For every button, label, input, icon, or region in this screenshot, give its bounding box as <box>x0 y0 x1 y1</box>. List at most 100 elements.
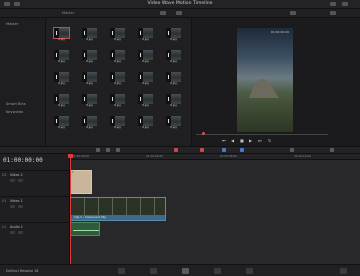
clip-filename: 8.jpg <box>58 82 65 85</box>
timeline-timecode: 01:00:00:00 <box>3 157 43 164</box>
media-clip-thumbnail[interactable]: 8.jpg <box>78 114 101 131</box>
media-clip-thumbnail[interactable]: 8.jpg <box>50 48 73 65</box>
media-clip-thumbnail[interactable]: 8.jpg <box>162 48 185 65</box>
app-name: DaVinci Resolve 18 <box>6 269 39 273</box>
clip-preview-image <box>82 28 97 38</box>
video-clip[interactable]: Clip 1 - Compound Clip <box>70 197 166 221</box>
media-clip-thumbnail[interactable]: 8.jpg <box>106 26 129 43</box>
selection-tool-icon[interactable] <box>96 148 100 152</box>
clip-filename: 8.jpg <box>170 38 177 41</box>
media-clip-thumbnail[interactable]: 8.jpg <box>50 92 73 109</box>
media-clip-thumbnail[interactable]: 8.jpg <box>134 26 157 43</box>
media-pool-grid: 8.jpg 8.jpg 8.jpg 8.jpg 8.jpg 8.jpg 8.jpg 8.jpg… <box>46 18 192 146</box>
clip-filename: 8.jpg <box>142 60 149 63</box>
track-header-a1[interactable]: A1 Audio 1 <box>0 222 70 238</box>
eye-icon[interactable] <box>18 205 23 208</box>
media-clip-thumbnail[interactable]: 8.jpg <box>162 92 185 109</box>
edit-page-icon[interactable] <box>182 268 189 274</box>
clip-filename: 8.jpg <box>58 104 65 107</box>
stop-icon[interactable]: ■ <box>240 138 244 143</box>
viewer-options-icon[interactable] <box>330 11 336 15</box>
mute-icon[interactable] <box>10 231 15 234</box>
media-clip-thumbnail[interactable]: 8.jpg <box>78 26 101 43</box>
track-header-v2[interactable]: V2 Video 2 <box>0 170 70 196</box>
clip-preview-image <box>110 72 125 82</box>
project-settings-icon[interactable] <box>340 268 347 274</box>
media-clip-thumbnail[interactable]: 8.jpg <box>78 92 101 109</box>
solo-icon[interactable] <box>18 231 23 234</box>
media-clip-thumbnail[interactable]: 8.jpg <box>50 26 73 43</box>
title-clip[interactable]: T <box>70 170 92 194</box>
cut-page-icon[interactable] <box>150 268 157 274</box>
ruler-tick: 01:00:12:00 <box>294 154 312 158</box>
go-to-start-icon[interactable]: ⏮ <box>222 138 226 143</box>
bin-smart-bins[interactable]: Smart Bins <box>6 102 26 106</box>
media-clip-thumbnail[interactable]: 8.jpg <box>134 48 157 65</box>
media-clip-thumbnail[interactable]: 8.jpg <box>50 70 73 87</box>
clip-preview-image <box>82 116 97 126</box>
lock-icon[interactable] <box>10 179 15 182</box>
media-clip-thumbnail[interactable]: 8.jpg <box>106 92 129 109</box>
eye-icon[interactable] <box>18 179 23 182</box>
track-header-v1[interactable]: V1 Video 1 <box>0 196 70 222</box>
media-clip-thumbnail[interactable]: 8.jpg <box>134 70 157 87</box>
media-page-icon[interactable] <box>118 268 125 274</box>
blade-tool-icon[interactable] <box>116 148 120 152</box>
viewer-scrubber[interactable] <box>196 132 328 135</box>
bins-panel: Master Smart Bins Keywords <box>0 18 46 146</box>
linked-selection-icon[interactable] <box>200 148 204 152</box>
timeline-ruler[interactable]: 01:00:00:00 01:00:04:00 01:00:08:00 01:0… <box>70 154 360 160</box>
timeline-playhead[interactable] <box>68 154 73 264</box>
clip-filename: 8.jpg <box>142 38 149 41</box>
clip-filename: 8.jpg <box>86 60 93 63</box>
play-reverse-icon[interactable]: ◀ <box>231 138 234 143</box>
clip-filename: 8.jpg <box>58 38 65 41</box>
marker-icon[interactable] <box>240 148 244 152</box>
media-clip-thumbnail[interactable]: 8.jpg <box>106 48 129 65</box>
media-clip-thumbnail[interactable]: 8.jpg <box>78 48 101 65</box>
clip-filename: 8.jpg <box>86 126 93 129</box>
zoom-in-icon[interactable] <box>330 148 334 152</box>
metadata-icon[interactable] <box>342 2 348 6</box>
play-icon[interactable]: ▶ <box>249 138 252 143</box>
media-clip-thumbnail[interactable]: 8.jpg <box>162 70 185 87</box>
inspector-icon[interactable] <box>330 2 336 6</box>
ruler-tick: 01:00:08:00 <box>220 154 238 158</box>
viewer-timecode: 01:00:00:00 <box>270 30 289 34</box>
transport-controls: ⏮ ◀ ■ ▶ ⏭ ↻ <box>222 138 302 144</box>
trim-tool-icon[interactable] <box>106 148 110 152</box>
media-clip-thumbnail[interactable]: 8.jpg <box>106 114 129 131</box>
clip-preview-image <box>166 28 181 38</box>
media-clip-thumbnail[interactable]: 8.jpg <box>106 70 129 87</box>
clip-preview-image <box>82 50 97 60</box>
clip-filename: 8.jpg <box>142 104 149 107</box>
clip-filename: 8.jpg <box>114 104 121 107</box>
media-clip-thumbnail[interactable]: 8.jpg <box>134 114 157 131</box>
media-clip-thumbnail[interactable]: 8.jpg <box>50 114 73 131</box>
view-options-icon[interactable] <box>160 11 166 15</box>
lock-icon[interactable] <box>10 205 15 208</box>
media-clip-thumbnail[interactable]: 8.jpg <box>162 26 185 43</box>
loop-icon[interactable]: ↻ <box>268 138 271 143</box>
clip-preview-image <box>166 72 181 82</box>
sort-icon[interactable] <box>176 11 182 15</box>
color-page-icon[interactable] <box>246 268 253 274</box>
audio-clip[interactable] <box>70 222 100 236</box>
media-clip-thumbnail[interactable]: 8.jpg <box>78 70 101 87</box>
fusion-page-icon[interactable] <box>214 268 221 274</box>
flag-icon[interactable] <box>222 148 226 152</box>
media-clip-thumbnail[interactable]: 8.jpg <box>162 114 185 131</box>
clip-preview-image <box>54 116 69 126</box>
timeline-area[interactable]: 01:00:00:00 01:00:04:00 01:00:08:00 01:0… <box>68 154 360 264</box>
snapping-icon[interactable] <box>174 148 178 152</box>
zoom-icon[interactable] <box>290 11 296 15</box>
bin-master[interactable]: Master <box>6 22 18 26</box>
scrubber-handle[interactable] <box>202 132 205 135</box>
clip-filename: 8.jpg <box>114 82 121 85</box>
media-clip-thumbnail[interactable]: 8.jpg <box>134 92 157 109</box>
go-to-end-icon[interactable]: ⏭ <box>258 138 262 143</box>
bin-keywords[interactable]: Keywords <box>6 110 23 114</box>
clip-filename: 8.jpg <box>86 38 93 41</box>
clip-filename: 8.jpg <box>58 126 65 129</box>
zoom-out-icon[interactable] <box>290 148 294 152</box>
